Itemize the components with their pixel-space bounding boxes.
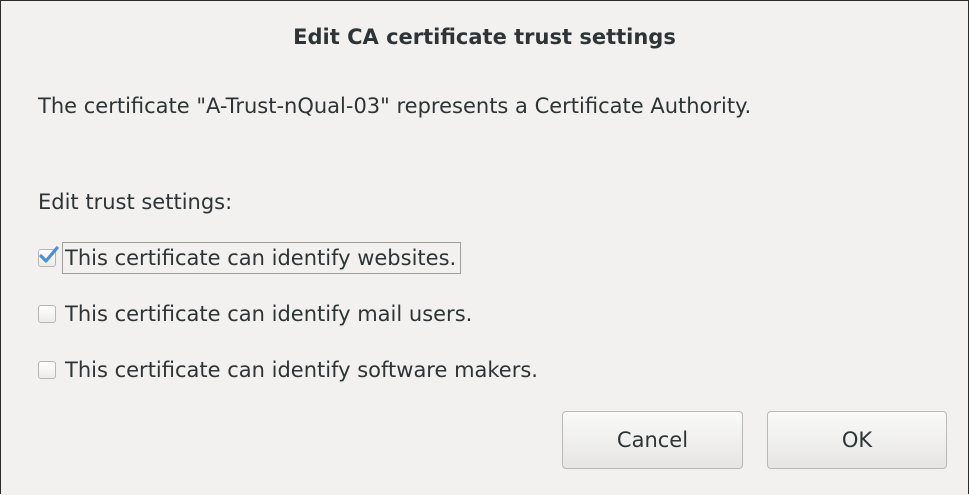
trust-mail-users-option[interactable]: This certificate can identify mail users… [38,297,477,331]
checkmark-icon [39,246,59,263]
trust-websites-option[interactable]: This certificate can identify websites. [38,241,462,275]
websites-checkbox[interactable] [38,246,59,267]
trust-settings-label: Edit trust settings: [38,190,233,214]
trust-software-makers-option[interactable]: This certificate can identify software m… [38,353,543,387]
cancel-button[interactable]: Cancel [562,411,743,469]
certificate-trust-dialog: Edit CA certificate trust settings The c… [0,0,969,494]
mail-users-label[interactable]: This certificate can identify mail users… [62,298,477,330]
ok-button[interactable]: OK [767,411,947,469]
software-makers-label[interactable]: This certificate can identify software m… [62,354,543,386]
mail-users-checkbox[interactable] [38,305,56,323]
dialog-title: Edit CA certificate trust settings [293,25,676,49]
websites-label[interactable]: This certificate can identify websites. [62,242,462,274]
certificate-message: The certificate "A-Trust-nQual-03" repre… [38,94,752,118]
software-makers-checkbox[interactable] [38,361,56,379]
